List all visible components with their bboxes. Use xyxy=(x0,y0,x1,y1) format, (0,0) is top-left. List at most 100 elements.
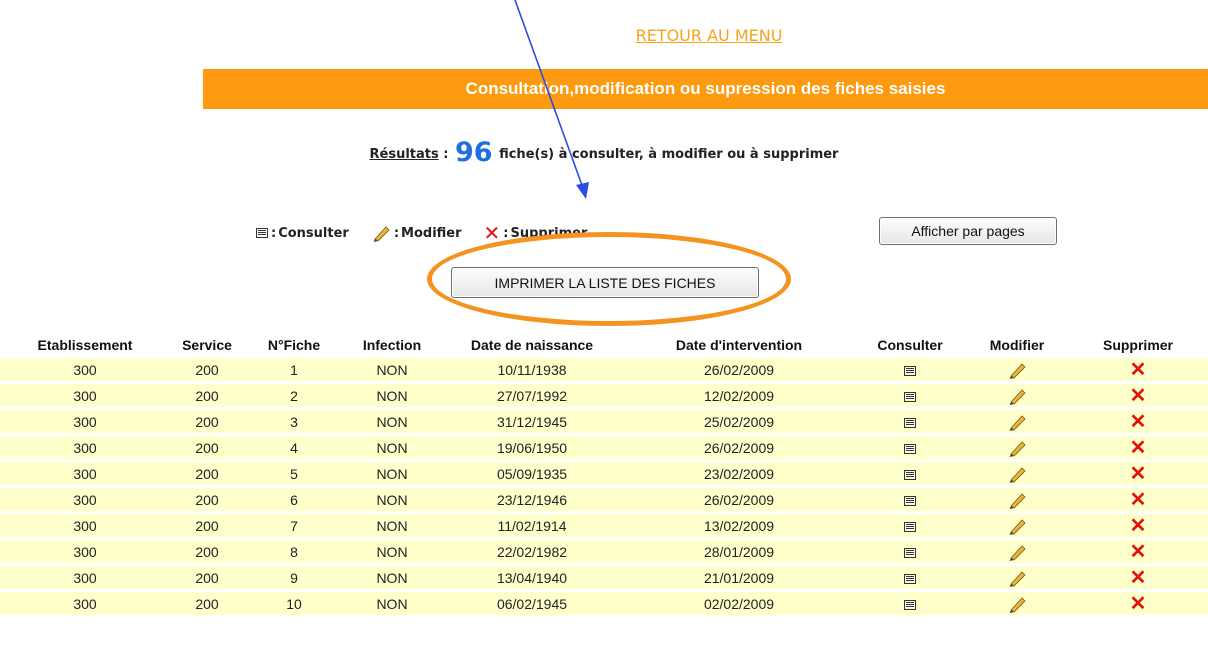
delete-x-icon[interactable]: ✕ xyxy=(1130,438,1147,458)
cell-service: 200 xyxy=(170,566,244,589)
delete-cell: ✕ xyxy=(1068,384,1208,407)
cell-etablissement: 300 xyxy=(0,592,170,615)
cell-service: 200 xyxy=(170,436,244,459)
cell-infection: NON xyxy=(344,358,440,381)
delete-x-icon[interactable]: ✕ xyxy=(1130,516,1147,536)
return-to-menu-link[interactable]: RETOUR AU MENU xyxy=(0,26,1208,45)
delete-x-icon[interactable]: ✕ xyxy=(1130,386,1147,406)
legend-separator: : xyxy=(503,225,509,241)
consult-icon[interactable] xyxy=(904,417,916,428)
consult-icon[interactable] xyxy=(904,495,916,506)
table-row: 300 200 9 NON 13/04/1940 21/01/2009 ✕ xyxy=(0,566,1208,589)
delete-cell: ✕ xyxy=(1068,514,1208,537)
fiches-table-body: 300 200 1 NON 10/11/1938 26/02/2009 ✕ 300 200 2 NO… xyxy=(0,358,1208,615)
pencil-icon[interactable] xyxy=(1007,543,1027,561)
pencil-icon[interactable] xyxy=(1007,361,1027,379)
cell-service: 200 xyxy=(170,410,244,433)
consult-icon[interactable] xyxy=(904,599,916,610)
show-by-pages-button[interactable]: Afficher par pages xyxy=(879,217,1057,245)
table-row: 300 200 5 NON 05/09/1935 23/02/2009 ✕ xyxy=(0,462,1208,485)
table-header-row: Etablissement Service N°Fiche Infection … xyxy=(0,335,1208,355)
delete-cell: ✕ xyxy=(1068,462,1208,485)
edit-cell xyxy=(966,488,1068,511)
cell-intervention-date: 12/02/2009 xyxy=(624,384,854,407)
edit-cell xyxy=(966,540,1068,563)
cell-fiche-number: 3 xyxy=(244,410,344,433)
consult-cell xyxy=(854,384,966,407)
cell-etablissement: 300 xyxy=(0,462,170,485)
cell-service: 200 xyxy=(170,384,244,407)
table-row: 300 200 2 NON 27/07/1992 12/02/2009 ✕ xyxy=(0,384,1208,407)
cell-birth-date: 10/11/1938 xyxy=(440,358,624,381)
cell-service: 200 xyxy=(170,488,244,511)
cell-birth-date: 19/06/1950 xyxy=(440,436,624,459)
cell-infection: NON xyxy=(344,436,440,459)
pencil-icon[interactable] xyxy=(1007,413,1027,431)
cell-infection: NON xyxy=(344,540,440,563)
cell-fiche-number: 1 xyxy=(244,358,344,381)
pencil-icon[interactable] xyxy=(1007,387,1027,405)
legend-separator: : xyxy=(393,225,400,241)
delete-cell: ✕ xyxy=(1068,540,1208,563)
consult-icon[interactable] xyxy=(904,365,916,376)
consult-cell xyxy=(854,514,966,537)
legend-consult-label: Consulter xyxy=(278,225,349,241)
results-colon: : xyxy=(438,147,449,162)
print-list-button[interactable]: IMPRIMER LA LISTE DES FICHES xyxy=(451,267,759,298)
consult-icon[interactable] xyxy=(904,573,916,584)
delete-x-icon[interactable]: ✕ xyxy=(1130,490,1147,510)
cell-service: 200 xyxy=(170,358,244,381)
cell-intervention-date: 13/02/2009 xyxy=(624,514,854,537)
cell-fiche-number: 9 xyxy=(244,566,344,589)
delete-x-icon[interactable]: ✕ xyxy=(1130,568,1147,588)
cell-service: 200 xyxy=(170,540,244,563)
edit-cell xyxy=(966,436,1068,459)
cell-intervention-date: 26/02/2009 xyxy=(624,436,854,459)
col-header: Date d'intervention xyxy=(675,337,803,353)
edit-cell xyxy=(966,384,1068,407)
cell-birth-date: 27/07/1992 xyxy=(440,384,624,407)
pencil-icon[interactable] xyxy=(1007,465,1027,483)
pencil-icon xyxy=(373,226,390,242)
icon-legend: : Consulter : Modifier ✕ : Supprimer xyxy=(256,222,609,244)
delete-cell: ✕ xyxy=(1068,358,1208,381)
consult-icon[interactable] xyxy=(904,443,916,454)
cell-fiche-number: 5 xyxy=(244,462,344,485)
cell-intervention-date: 26/02/2009 xyxy=(624,488,854,511)
cell-service: 200 xyxy=(170,514,244,537)
cell-fiche-number: 2 xyxy=(244,384,344,407)
delete-x-icon[interactable]: ✕ xyxy=(1130,412,1147,432)
consult-icon[interactable] xyxy=(904,469,916,480)
delete-x-icon[interactable]: ✕ xyxy=(1130,360,1147,380)
table-row: 300 200 10 NON 06/02/1945 02/02/2009 ✕ xyxy=(0,592,1208,615)
col-header: N°Fiche xyxy=(267,337,321,353)
delete-x-icon[interactable]: ✕ xyxy=(1130,542,1147,562)
consult-icon[interactable] xyxy=(904,391,916,402)
pencil-icon[interactable] xyxy=(1007,595,1027,613)
delete-cell: ✕ xyxy=(1068,410,1208,433)
cell-etablissement: 300 xyxy=(0,384,170,407)
edit-cell xyxy=(966,592,1068,615)
pencil-icon[interactable] xyxy=(1007,491,1027,509)
col-header: Consulter xyxy=(877,337,943,353)
consult-icon[interactable] xyxy=(904,521,916,532)
delete-x-icon[interactable]: ✕ xyxy=(1130,594,1147,614)
consult-cell xyxy=(854,488,966,511)
col-header: Supprimer xyxy=(1102,337,1173,353)
cell-service: 200 xyxy=(170,592,244,615)
cell-birth-date: 31/12/1945 xyxy=(440,410,624,433)
edit-cell xyxy=(966,358,1068,381)
cell-etablissement: 300 xyxy=(0,410,170,433)
pencil-icon[interactable] xyxy=(1007,569,1027,587)
delete-cell: ✕ xyxy=(1068,488,1208,511)
col-header: Modifier xyxy=(989,337,1045,353)
delete-x-icon[interactable]: ✕ xyxy=(1130,464,1147,484)
cell-etablissement: 300 xyxy=(0,488,170,511)
pencil-icon[interactable] xyxy=(1007,439,1027,457)
cell-infection: NON xyxy=(344,592,440,615)
pencil-icon[interactable] xyxy=(1007,517,1027,535)
delete-cell: ✕ xyxy=(1068,566,1208,589)
cell-service: 200 xyxy=(170,462,244,485)
results-summary: Résultats : 96 fiche(s) à consulter, à m… xyxy=(0,137,1208,168)
consult-icon[interactable] xyxy=(904,547,916,558)
